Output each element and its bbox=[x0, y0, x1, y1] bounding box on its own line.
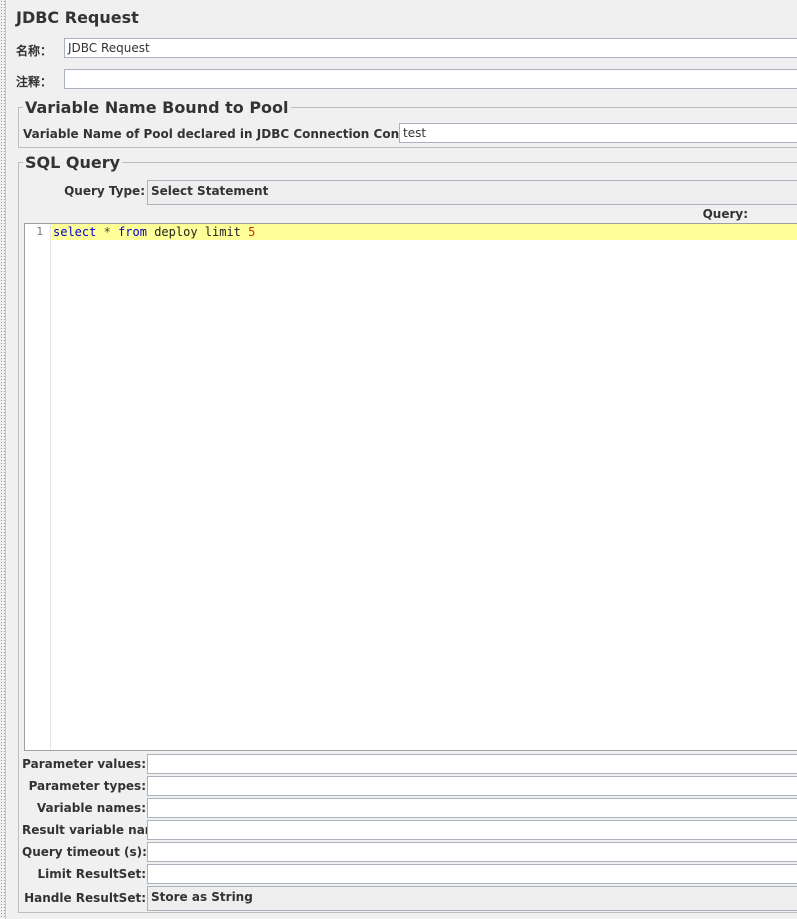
sql-identifier: deploy limit bbox=[154, 225, 241, 239]
query-type-label: Query Type: bbox=[64, 184, 145, 198]
parameter-values-input[interactable] bbox=[147, 754, 797, 774]
comment-input[interactable] bbox=[64, 69, 797, 89]
variable-names-label: Variable names: bbox=[36, 801, 146, 815]
sql-query-editor[interactable]: 1 select * from deploy limit 5 bbox=[24, 223, 797, 751]
parameter-types-label: Parameter types: bbox=[28, 779, 146, 793]
limit-resultset-label: Limit ResultSet: bbox=[37, 867, 146, 881]
name-input[interactable]: JDBC Request bbox=[64, 38, 797, 58]
handle-resultset-label: Handle ResultSet: bbox=[24, 891, 146, 905]
sql-keyword-from: from bbox=[118, 225, 147, 239]
query-type-select[interactable]: Select Statement bbox=[147, 180, 797, 205]
result-variable-name-label: Result variable name: bbox=[22, 823, 171, 837]
handle-resultset-select[interactable]: Store as String bbox=[147, 886, 797, 911]
comment-label: 注释： bbox=[16, 75, 53, 89]
code-line-current[interactable]: select * from deploy limit 5 bbox=[52, 224, 797, 240]
name-label: 名称： bbox=[16, 44, 53, 58]
sql-number: 5 bbox=[248, 225, 256, 239]
line-number-gutter: 1 bbox=[25, 224, 51, 750]
pool-variable-input[interactable]: test bbox=[399, 123, 797, 143]
limit-resultset-input[interactable] bbox=[147, 864, 797, 884]
sql-keyword-select: select bbox=[53, 225, 97, 239]
query-timeout-input[interactable] bbox=[147, 842, 797, 862]
query-timeout-label: Query timeout (s): bbox=[22, 845, 147, 859]
pool-section-title: Variable Name Bound to Pool bbox=[25, 98, 289, 117]
query-label: Query: bbox=[702, 207, 748, 221]
parameter-values-label: Parameter values: bbox=[22, 757, 146, 771]
page-title: JDBC Request bbox=[16, 8, 139, 27]
parameter-types-input[interactable] bbox=[147, 776, 797, 796]
line-number: 1 bbox=[36, 225, 43, 238]
sql-operator-star: * bbox=[103, 225, 111, 239]
sql-query-section-title: SQL Query bbox=[25, 153, 121, 172]
result-variable-name-input[interactable] bbox=[147, 820, 797, 840]
variable-names-input[interactable] bbox=[147, 798, 797, 818]
panel-splitter-handle[interactable] bbox=[0, 0, 6, 919]
